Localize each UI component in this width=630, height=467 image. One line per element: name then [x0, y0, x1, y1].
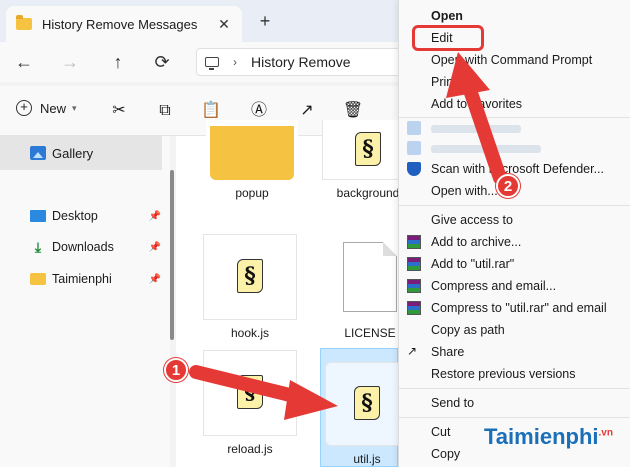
watermark-logo: Taimienphi.vn	[484, 424, 613, 450]
step-badge-1: 1	[164, 358, 188, 382]
watermark-suffix: .vn	[598, 427, 613, 439]
arrow-to-util	[189, 365, 338, 420]
step-badge-2: 2	[496, 174, 520, 198]
arrow-to-edit	[446, 52, 507, 185]
watermark-text: Taimienphi	[484, 424, 599, 449]
annotation-arrows	[189, 52, 507, 420]
